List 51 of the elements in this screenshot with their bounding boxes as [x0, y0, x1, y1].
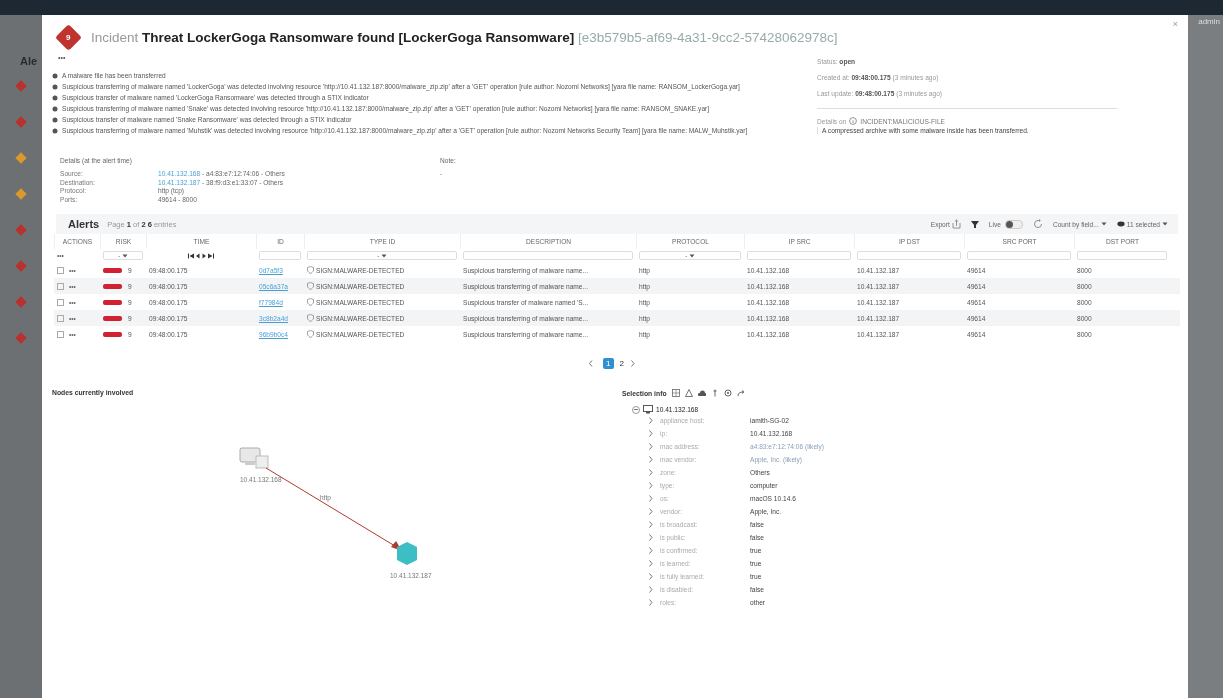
caret-icon: [1162, 221, 1168, 227]
target-icon: [723, 389, 732, 397]
caret-icon: [1100, 221, 1107, 227]
caret-icon: [688, 253, 695, 260]
bullet-icon: [52, 84, 58, 90]
caret-icon: [121, 253, 128, 260]
alerts-title: Alerts: [68, 218, 100, 230]
risk-bar: [103, 299, 122, 305]
risk-bar: [103, 283, 122, 289]
grid-icon: [671, 389, 680, 397]
refresh-icon: [1032, 219, 1043, 229]
page-title: Ale: [20, 55, 38, 67]
caret-icon: [380, 253, 387, 260]
cloud-icon: [697, 389, 706, 397]
bullet-icon: [52, 73, 58, 79]
filter-icon: [970, 220, 979, 228]
filter-field[interactable]: [747, 251, 851, 260]
filter-field[interactable]: [967, 251, 1071, 260]
row-checkbox[interactable]: [57, 314, 64, 322]
incident-title: Incident Threat LockerGoga Ransomware found [LockerGoga Ransomware] [e3b579b5-af69-4a31-9cc2-57428062978c]: [91, 30, 839, 45]
row-checkbox[interactable]: [57, 266, 64, 274]
filter-field[interactable]: [463, 251, 633, 260]
info-icon: [849, 117, 858, 125]
filter-field[interactable]: [1077, 251, 1167, 260]
next-page-icon: [629, 360, 636, 367]
bullet-icon: [52, 117, 58, 123]
risk-bar: [103, 331, 122, 337]
warning-icon: [684, 389, 693, 397]
export-icon: [951, 219, 961, 229]
computer-node-icon[interactable]: [239, 447, 269, 469]
previous-page-icon: [588, 360, 595, 367]
monitor-icon: [643, 405, 653, 414]
bullet-icon: [52, 95, 58, 101]
row-checkbox[interactable]: [57, 282, 64, 290]
user-name: admin: [1197, 17, 1221, 26]
row-checkbox[interactable]: [57, 298, 64, 306]
time-navigation-icon: [188, 252, 214, 259]
eye-icon: [1116, 221, 1125, 227]
filter-field[interactable]: [857, 251, 961, 260]
row-checkbox[interactable]: [57, 330, 64, 338]
share-icon: [736, 389, 745, 397]
hexagon-node-icon[interactable]: [397, 542, 417, 565]
live-toggle[interactable]: [1004, 219, 1023, 229]
risk-bar: [103, 315, 122, 321]
filter-field[interactable]: [259, 251, 301, 260]
bullet-icon: [52, 106, 58, 112]
page-button[interactable]: 1: [603, 358, 614, 369]
page-button[interactable]: 2: [616, 358, 627, 369]
risk-bar: [103, 267, 122, 273]
bullet-icon: [52, 128, 58, 134]
risk-badge: 9: [55, 24, 82, 51]
